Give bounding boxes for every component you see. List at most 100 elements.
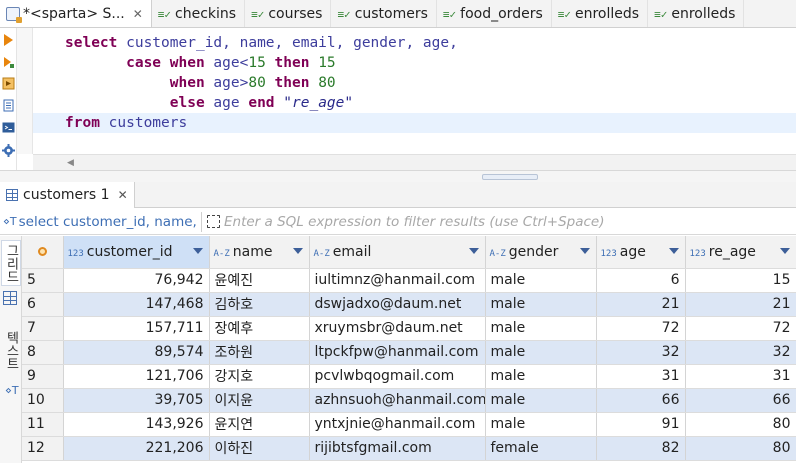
cell-re-age[interactable]: 31 xyxy=(685,364,796,389)
expand-icon[interactable] xyxy=(207,215,220,228)
text-view-tab[interactable]: 텍스트 xyxy=(1,320,21,380)
cell-customer-id[interactable]: 157,711 xyxy=(63,316,210,341)
cell-customer-id[interactable]: 143,926 xyxy=(63,412,210,437)
explain-plan-icon[interactable] xyxy=(2,77,15,90)
sort-arrow-icon[interactable] xyxy=(668,248,679,254)
column-header-re-age[interactable]: 123 re_age xyxy=(685,236,796,269)
column-header-gender[interactable]: A-Z gender xyxy=(485,236,597,269)
cell-email[interactable]: yntxjnie@hanmail.com xyxy=(309,412,486,437)
cell-re-age[interactable]: 80 xyxy=(685,436,796,461)
cell-name[interactable]: 윤지연 xyxy=(209,412,310,437)
cell-re-age[interactable]: 72 xyxy=(685,316,796,341)
query-text-button[interactable]: ⋄T select customer_id, name, xyxy=(0,214,198,230)
cell-re-age[interactable]: 32 xyxy=(685,340,796,365)
cell-gender[interactable]: male xyxy=(485,292,597,317)
panel-splitter[interactable] xyxy=(0,170,796,182)
sort-arrow-icon[interactable] xyxy=(192,248,203,254)
splitter-grip[interactable] xyxy=(482,174,538,180)
cell-email[interactable]: pcvlwbqogmail.com xyxy=(309,364,486,389)
column-header-email[interactable]: A-Z email xyxy=(309,236,486,269)
row-number[interactable]: 11 xyxy=(22,412,64,437)
cell-customer-id[interactable]: 89,574 xyxy=(63,340,210,365)
cell-age[interactable]: 6 xyxy=(596,268,686,293)
cell-name[interactable]: 김하호 xyxy=(209,292,310,317)
cell-name[interactable]: 장예후 xyxy=(209,316,310,341)
row-number[interactable]: 9 xyxy=(22,364,64,389)
cell-customer-id[interactable]: 39,705 xyxy=(63,388,210,413)
execute-statement-icon[interactable] xyxy=(4,34,13,46)
text-view-icon[interactable]: ⋄T xyxy=(5,384,19,397)
cell-age[interactable]: 66 xyxy=(596,388,686,413)
execute-script-icon[interactable] xyxy=(2,56,15,69)
cell-customer-id[interactable]: 121,706 xyxy=(63,364,210,389)
table-row[interactable]: 8 89,574 조하원 ltpckfpw@hanmail.com male 3… xyxy=(22,340,796,365)
editor-tab-checkins[interactable]: ≡✓ checkins xyxy=(152,0,246,27)
cell-name[interactable]: 윤예진 xyxy=(209,268,310,293)
cell-email[interactable]: rijibtsfgmail.com xyxy=(309,436,486,461)
cell-gender[interactable]: male xyxy=(485,412,597,437)
cell-gender[interactable]: male xyxy=(485,340,597,365)
cell-age[interactable]: 91 xyxy=(596,412,686,437)
load-plan-icon[interactable] xyxy=(2,99,15,112)
editor-tab-enrolleds[interactable]: ≡✓ enrolleds xyxy=(552,0,649,27)
sort-arrow-icon[interactable] xyxy=(779,248,790,254)
row-number[interactable]: 10 xyxy=(22,388,64,413)
editor-tab-enrolleds-2[interactable]: ≡✓ enrolleds xyxy=(648,0,745,27)
column-header-name[interactable]: A-Z name xyxy=(209,236,310,269)
table-row[interactable]: 11 143,926 윤지연 yntxjnie@hanmail.com male… xyxy=(22,412,796,437)
row-number[interactable]: 5 xyxy=(22,268,64,293)
sort-arrow-icon[interactable] xyxy=(292,248,303,254)
close-icon[interactable]: ✕ xyxy=(118,188,128,202)
table-row[interactable]: 7 157,711 장예후 xruymsbr@daum.net male 72 … xyxy=(22,316,796,341)
table-row[interactable]: 6 147,468 김하호 dswjadxo@daum.net male 21 … xyxy=(22,292,796,317)
row-number[interactable]: 6 xyxy=(22,292,64,317)
cell-email[interactable]: xruymsbr@daum.net xyxy=(309,316,486,341)
cell-gender[interactable]: male xyxy=(485,388,597,413)
settings-gear-icon[interactable] xyxy=(2,144,15,157)
table-row[interactable]: 12 221,206 이하진 rijibtsfgmail.com female … xyxy=(22,436,796,461)
cell-name[interactable]: 이하진 xyxy=(209,436,310,461)
editor-tab-food-orders[interactable]: ≡✓ food_orders xyxy=(437,0,552,27)
cell-gender[interactable]: female xyxy=(485,436,597,461)
grid-icon[interactable] xyxy=(3,291,17,305)
cell-customer-id[interactable]: 221,206 xyxy=(63,436,210,461)
result-tab-customers-1[interactable]: customers 1 ✕ xyxy=(0,182,135,208)
cell-age[interactable]: 31 xyxy=(596,364,686,389)
editor-tab-courses[interactable]: ≡✓ courses xyxy=(245,0,332,27)
cell-age[interactable]: 72 xyxy=(596,316,686,341)
row-number[interactable]: 8 xyxy=(22,340,64,365)
sort-arrow-icon[interactable] xyxy=(468,248,479,254)
cell-email[interactable]: ltpckfpw@hanmail.com xyxy=(309,340,486,365)
cell-name[interactable]: 이지윤 xyxy=(209,388,310,413)
cell-email[interactable]: azhnsuoh@hanmail.com xyxy=(309,388,486,413)
cell-age[interactable]: 82 xyxy=(596,436,686,461)
grid-corner[interactable] xyxy=(22,236,64,269)
sort-arrow-icon[interactable] xyxy=(579,248,590,254)
column-header-age[interactable]: 123 age xyxy=(596,236,686,269)
console-icon[interactable] xyxy=(2,121,15,134)
editor-tab-sparta-script[interactable]: *<sparta> S... ✕ xyxy=(0,0,152,27)
cell-gender[interactable]: male xyxy=(485,316,597,341)
cell-re-age[interactable]: 80 xyxy=(685,412,796,437)
cell-age[interactable]: 32 xyxy=(596,340,686,365)
table-row[interactable]: 5 76,942 윤예진 iultimnz@hanmail.com male 6… xyxy=(22,268,796,293)
table-row[interactable]: 9 121,706 강지호 pcvlwbqogmail.com male 31 … xyxy=(22,364,796,389)
filter-input[interactable] xyxy=(224,213,784,230)
cell-name[interactable]: 조하원 xyxy=(209,340,310,365)
editor-horizontal-scrollbar[interactable]: ◀ xyxy=(33,154,796,170)
cell-email[interactable]: iultimnz@hanmail.com xyxy=(309,268,486,293)
row-number[interactable]: 7 xyxy=(22,316,64,341)
cell-gender[interactable]: male xyxy=(485,268,597,293)
cell-customer-id[interactable]: 76,942 xyxy=(63,268,210,293)
sql-editor[interactable]: select customer_id, name, email, gender,… xyxy=(33,33,796,133)
row-number[interactable]: 12 xyxy=(22,436,64,461)
cell-re-age[interactable]: 21 xyxy=(685,292,796,317)
cell-re-age[interactable]: 15 xyxy=(685,268,796,293)
cell-re-age[interactable]: 66 xyxy=(685,388,796,413)
column-header-customer-id[interactable]: 123 customer_id xyxy=(63,236,210,269)
cell-age[interactable]: 21 xyxy=(596,292,686,317)
cell-name[interactable]: 강지호 xyxy=(209,364,310,389)
table-row[interactable]: 10 39,705 이지윤 azhnsuoh@hanmail.com male … xyxy=(22,388,796,413)
close-icon[interactable]: ✕ xyxy=(133,7,143,21)
cell-gender[interactable]: male xyxy=(485,364,597,389)
